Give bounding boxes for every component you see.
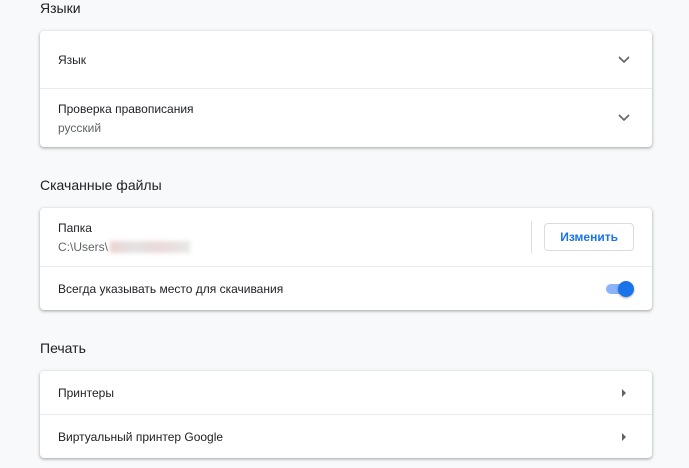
google-cloud-print-row[interactable]: Виртуальный принтер Google <box>40 414 652 458</box>
ask-location-toggle[interactable] <box>604 280 634 297</box>
redacted-username <box>110 241 191 254</box>
google-cloud-print-label: Виртуальный принтер Google <box>58 429 224 444</box>
arrow-right-icon[interactable] <box>614 427 634 447</box>
settings-page: Языки Язык Проверка правописания русский… <box>0 0 689 468</box>
spellcheck-row[interactable]: Проверка правописания русский <box>40 88 652 147</box>
languages-card: Язык Проверка правописания русский <box>40 31 652 147</box>
ask-location-label: Всегда указывать место для скачивания <box>58 281 284 296</box>
spellcheck-language: русский <box>58 120 102 135</box>
chevron-down-icon[interactable] <box>614 50 634 70</box>
folder-label: Папка <box>58 220 92 235</box>
section-title-downloads: Скачанные файлы <box>40 177 162 193</box>
printers-label: Принтеры <box>58 385 114 400</box>
toggle-knob <box>618 280 634 297</box>
arrow-right-icon[interactable] <box>614 383 634 403</box>
section-title-languages: Языки <box>40 0 81 16</box>
downloads-card: Папка C:\Users\ Изменить Всегда указыват… <box>40 208 652 310</box>
printers-row[interactable]: Принтеры <box>40 371 652 414</box>
printing-card: Принтеры Виртуальный принтер Google <box>40 371 652 458</box>
folder-path: C:\Users\ <box>58 239 531 255</box>
section-title-printing: Печать <box>40 340 86 356</box>
language-label: Язык <box>58 52 87 67</box>
vertical-divider <box>531 221 533 253</box>
chevron-down-icon[interactable] <box>614 108 634 128</box>
download-folder-row: Папка C:\Users\ Изменить <box>40 208 652 266</box>
spellcheck-label: Проверка правописания <box>58 101 194 116</box>
language-row[interactable]: Язык <box>40 31 652 88</box>
change-folder-button[interactable]: Изменить <box>544 223 634 251</box>
ask-location-row[interactable]: Всегда указывать место для скачивания <box>40 266 652 310</box>
